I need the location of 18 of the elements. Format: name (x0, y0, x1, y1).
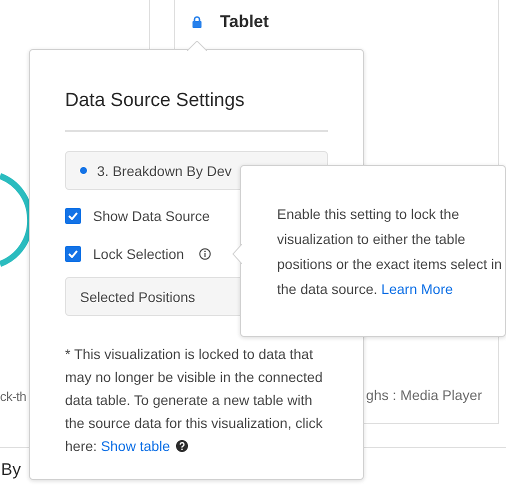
learn-more-link[interactable]: Learn More (381, 281, 453, 297)
card-title: Tablet (220, 12, 269, 32)
chart-caption: ck-th (0, 389, 26, 404)
checkbox-label: Show Data Source (93, 208, 210, 224)
source-label: 3. Breakdown By Dev (97, 162, 232, 178)
popover-title: Data Source Settings (65, 90, 328, 132)
checkbox-label: Lock Selection (93, 246, 184, 262)
check-icon (68, 212, 78, 220)
lock-icon (192, 16, 202, 28)
checkbox[interactable] (65, 246, 81, 262)
section-title: By (1, 460, 21, 479)
show-table-link[interactable]: Show table (100, 438, 170, 454)
info-icon[interactable] (199, 248, 212, 260)
help-icon[interactable] (176, 440, 188, 452)
chart-caption: ghs : Media Player (366, 387, 482, 403)
locked-note: * This visualization is locked to data that may no longer be visible in the connected data table. To generate a new table with the source data for this visualization, click here: Show table (65, 345, 324, 456)
check-icon (68, 250, 78, 258)
checkbox[interactable] (65, 208, 81, 224)
